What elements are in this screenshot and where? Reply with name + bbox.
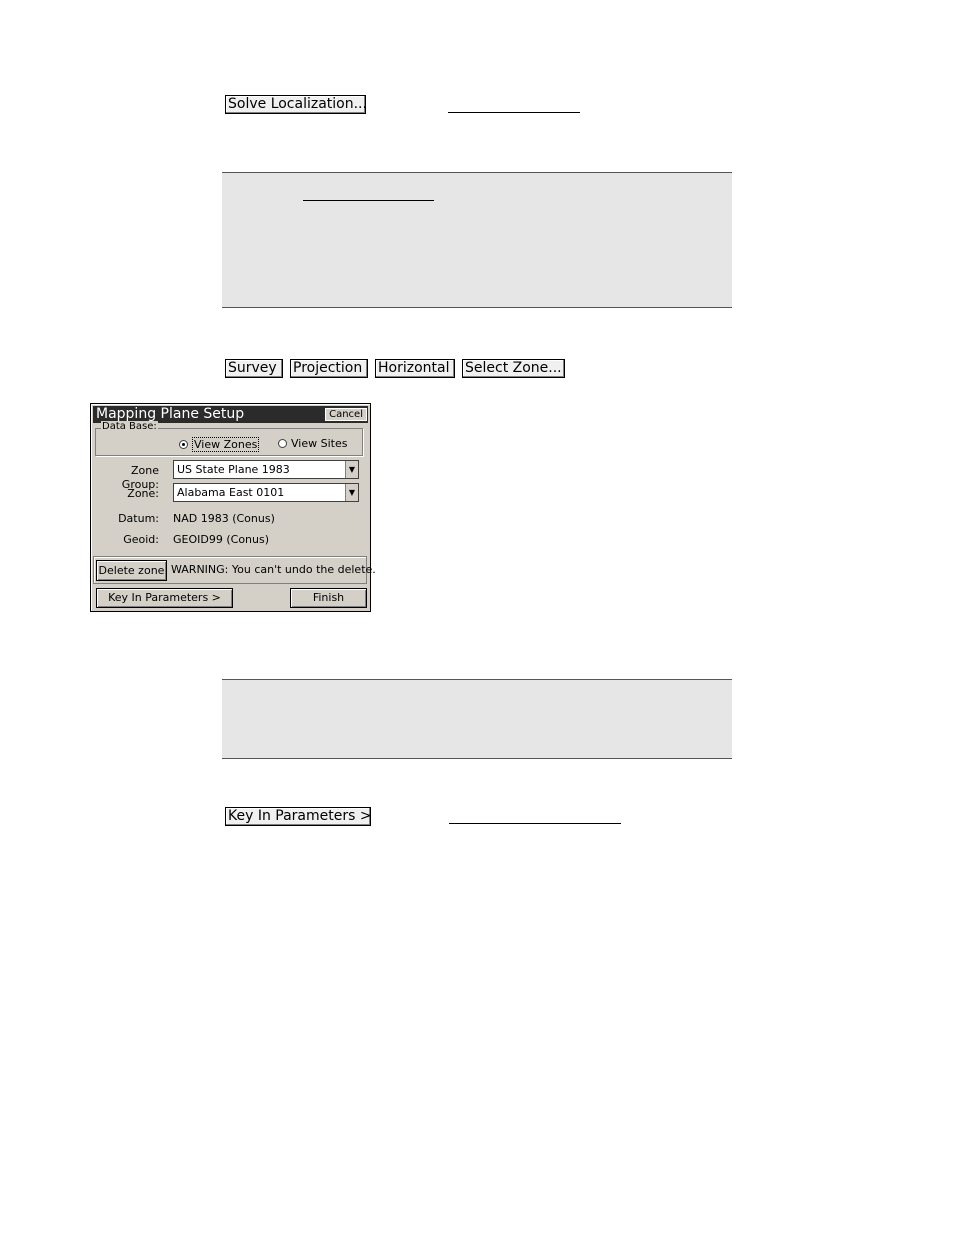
data-base-group: Data Base: View Zones View Sites [95, 421, 363, 456]
zone-select[interactable]: Alabama East 0101 ▼ [173, 483, 359, 502]
delete-zone-button[interactable]: Delete zone [96, 560, 167, 581]
delete-zone-panel: Delete zone WARNING: You can't undo the … [93, 556, 376, 584]
note-box [222, 172, 732, 308]
blank-line [448, 112, 580, 113]
zone-group-value: US State Plane 1983 [177, 463, 290, 476]
radio-selected-icon [179, 440, 188, 449]
geoid-label: Geoid: [123, 533, 159, 546]
chevron-down-icon[interactable]: ▼ [345, 461, 358, 478]
solve-localization-button[interactable]: Solve Localization... [225, 95, 367, 114]
geoid-value: GEOID99 (Conus) [173, 533, 270, 546]
blank-line [449, 823, 621, 824]
zone-group-select[interactable]: US State Plane 1983 ▼ [173, 460, 359, 479]
survey-button[interactable]: Survey [225, 359, 283, 378]
cancel-button[interactable]: Cancel [325, 408, 367, 421]
view-zones-label: View Zones [192, 437, 260, 452]
datum-value: NAD 1983 (Conus) [173, 512, 275, 525]
chevron-down-icon[interactable]: ▼ [345, 484, 358, 501]
horizontal-button[interactable]: Horizontal [375, 359, 455, 378]
datum-label: Datum: [118, 512, 159, 525]
key-in-parameters-inline-button[interactable]: Key In Parameters > [225, 807, 372, 826]
view-sites-label: View Sites [291, 437, 348, 450]
zone-label: Zone: [127, 487, 159, 500]
view-zones-radio[interactable]: View Zones [179, 437, 260, 452]
select-zone-button[interactable]: Select Zone... [462, 359, 565, 378]
finish-button[interactable]: Finish [290, 588, 367, 608]
key-in-parameters-button[interactable]: Key In Parameters > [96, 588, 233, 608]
zone-value: Alabama East 0101 [177, 486, 285, 499]
data-base-legend: Data Base: [101, 421, 158, 433]
delete-warning-text: WARNING: You can't undo the delete. [171, 563, 376, 576]
radio-unselected-icon [278, 439, 287, 448]
blank-line [303, 200, 434, 201]
mapping-plane-setup-dialog: Mapping Plane Setup Cancel Data Base: Vi… [90, 403, 376, 612]
projection-button[interactable]: Projection [290, 359, 368, 378]
note-box [222, 679, 732, 759]
view-sites-radio[interactable]: View Sites [278, 437, 347, 450]
